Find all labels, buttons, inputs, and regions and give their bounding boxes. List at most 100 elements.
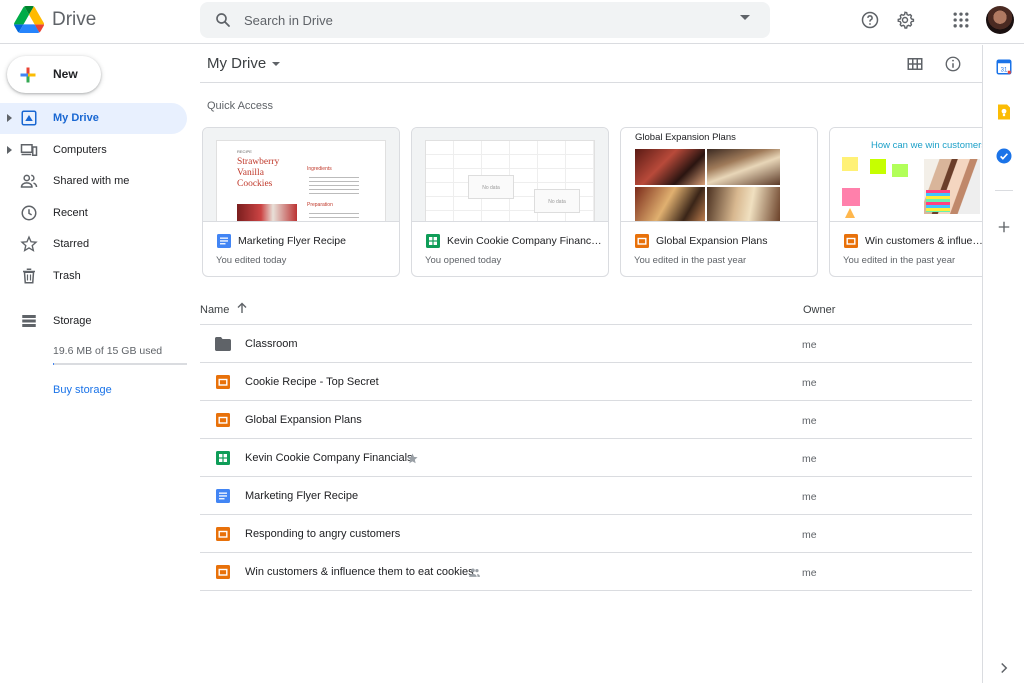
file-row[interactable]: Cookie Recipe - Top Secret me: [200, 363, 972, 401]
file-row[interactable]: Responding to angry customers me: [200, 515, 972, 553]
quick-access-card[interactable]: How can we win customers Win customers &…: [829, 127, 982, 277]
my-drive-icon: [21, 110, 37, 126]
settings-icon[interactable]: [895, 10, 915, 30]
doc-section-heading: Ingredients: [307, 166, 332, 172]
file-row[interactable]: Global Expansion Plans me: [200, 401, 972, 439]
sidebar: New My Drive Computers Shared with me Re…: [0, 45, 195, 683]
google-slides-icon: [216, 375, 230, 389]
doc-image: [237, 204, 297, 221]
sidebar-item-computers[interactable]: Computers: [0, 135, 187, 166]
side-panel: 31: [982, 45, 1024, 683]
expand-caret-icon[interactable]: [7, 114, 12, 122]
google-sheets-icon: [216, 451, 230, 465]
sidebar-item-label: Starred: [53, 238, 90, 250]
tasks-icon[interactable]: [995, 147, 1013, 165]
file-name: Kevin Cookie Company Financials: [245, 452, 413, 464]
slide-thumbnail: Global Expansion Plans: [621, 128, 817, 222]
sheet-page: No data No data: [425, 140, 595, 221]
file-owner: me: [802, 529, 817, 541]
file-name: Marketing Flyer Recipe: [245, 490, 359, 502]
quick-access-name: Global Expansion Plans: [656, 235, 768, 247]
quick-access-name: Win customers & influence them to eat co…: [865, 235, 982, 247]
file-owner: me: [802, 339, 817, 351]
file-row[interactable]: Kevin Cookie Company Financials me: [200, 439, 972, 477]
sidebar-item-trash[interactable]: Trash: [0, 261, 187, 292]
color-blocks: [926, 190, 950, 212]
quick-access-subtitle: You edited in the past year: [634, 255, 747, 266]
trash-icon: [23, 268, 35, 284]
file-name: Win customers & influence them to eat co…: [245, 566, 474, 578]
account-avatar[interactable]: [986, 6, 1014, 34]
search-bar[interactable]: [200, 2, 770, 38]
search-icon[interactable]: [214, 11, 232, 29]
file-row[interactable]: Win customers & influence them to eat co…: [200, 553, 972, 591]
apps-grid-icon[interactable]: [951, 10, 971, 30]
chart-placeholder: No data: [534, 189, 580, 213]
doc-kicker: RECIPE: [237, 149, 252, 154]
expand-caret-icon[interactable]: [7, 146, 12, 154]
google-slides-icon: [635, 234, 649, 248]
chart-placeholder: No data: [468, 175, 514, 199]
title-dropdown-icon[interactable]: [272, 62, 280, 66]
quick-access-card[interactable]: RECIPE Strawberry Vanilla Coockies Ingre…: [202, 127, 400, 277]
sidebar-item-label: My Drive: [53, 112, 99, 124]
slide-photo-collage: [635, 149, 780, 221]
doc-title-line: Strawberry: [237, 157, 280, 167]
info-icon[interactable]: [944, 55, 962, 73]
google-docs-icon: [216, 489, 230, 503]
slide-thumbnail: How can we win customers: [830, 128, 982, 222]
shared-with-me-icon: [20, 174, 38, 188]
sidebar-item-recent[interactable]: Recent: [0, 198, 187, 229]
buy-storage-link[interactable]: Buy storage: [53, 384, 112, 396]
column-header-name[interactable]: Name: [200, 304, 229, 316]
new-button-label: New: [53, 67, 78, 81]
computers-icon: [20, 144, 38, 156]
file-row[interactable]: Classroom me: [200, 325, 972, 363]
file-name: Classroom: [245, 338, 298, 350]
new-button[interactable]: New: [7, 56, 101, 93]
sidebar-item-starred[interactable]: Starred: [0, 229, 187, 260]
quick-access-subtitle: You edited today: [216, 255, 287, 266]
sidebar-item-my-drive[interactable]: My Drive: [0, 103, 187, 134]
file-owner: me: [802, 491, 817, 503]
quick-access-row: RECIPE Strawberry Vanilla Coockies Ingre…: [202, 127, 982, 277]
sidebar-item-storage[interactable]: Storage: [0, 306, 187, 337]
storage-used-text: 19.6 MB of 15 GB used: [53, 345, 163, 357]
photo-tile: [635, 149, 705, 185]
quick-access-card[interactable]: No data No data Kevin Cookie Company Fin…: [411, 127, 609, 277]
shared-people-icon: [469, 568, 480, 577]
keep-icon[interactable]: [995, 103, 1013, 121]
starred-icon[interactable]: [406, 452, 419, 465]
photo-tile: [707, 187, 780, 221]
sidebar-item-label: Trash: [53, 270, 81, 282]
clock-icon: [21, 205, 37, 221]
add-addon-icon[interactable]: [995, 218, 1013, 236]
sidebar-item-shared-with-me[interactable]: Shared with me: [0, 166, 187, 197]
quick-access-card[interactable]: Global Expansion Plans Global Expansion …: [620, 127, 818, 277]
grid-view-icon[interactable]: [906, 55, 924, 73]
file-owner: me: [802, 415, 817, 427]
column-header-owner[interactable]: Owner: [803, 304, 835, 316]
file-name: Cookie Recipe - Top Secret: [245, 376, 379, 388]
sidebar-item-label: Shared with me: [53, 175, 130, 187]
search-options-icon[interactable]: [740, 15, 750, 20]
cone-shape: [845, 208, 855, 218]
file-list-header: Name Owner: [200, 298, 972, 325]
search-input[interactable]: [244, 10, 724, 30]
plus-icon: [20, 67, 36, 83]
calendar-icon[interactable]: 31: [995, 58, 1013, 76]
sort-ascending-icon[interactable]: [236, 302, 248, 314]
file-name: Responding to angry customers: [245, 528, 401, 540]
drive-logo-icon[interactable]: [14, 6, 44, 33]
sticky-note: [842, 157, 858, 171]
doc-page: RECIPE Strawberry Vanilla Coockies Ingre…: [216, 140, 386, 221]
file-row[interactable]: Marketing Flyer Recipe me: [200, 477, 972, 515]
help-icon[interactable]: [860, 10, 880, 30]
doc-text-lines: [309, 174, 359, 196]
main-header: My Drive: [200, 45, 982, 83]
doc-title-line: Coockies: [237, 179, 273, 189]
doc-text-lines: [309, 210, 359, 221]
page-title[interactable]: My Drive: [207, 55, 266, 72]
storage-icon: [22, 315, 36, 327]
chevron-right-icon[interactable]: [995, 659, 1013, 677]
